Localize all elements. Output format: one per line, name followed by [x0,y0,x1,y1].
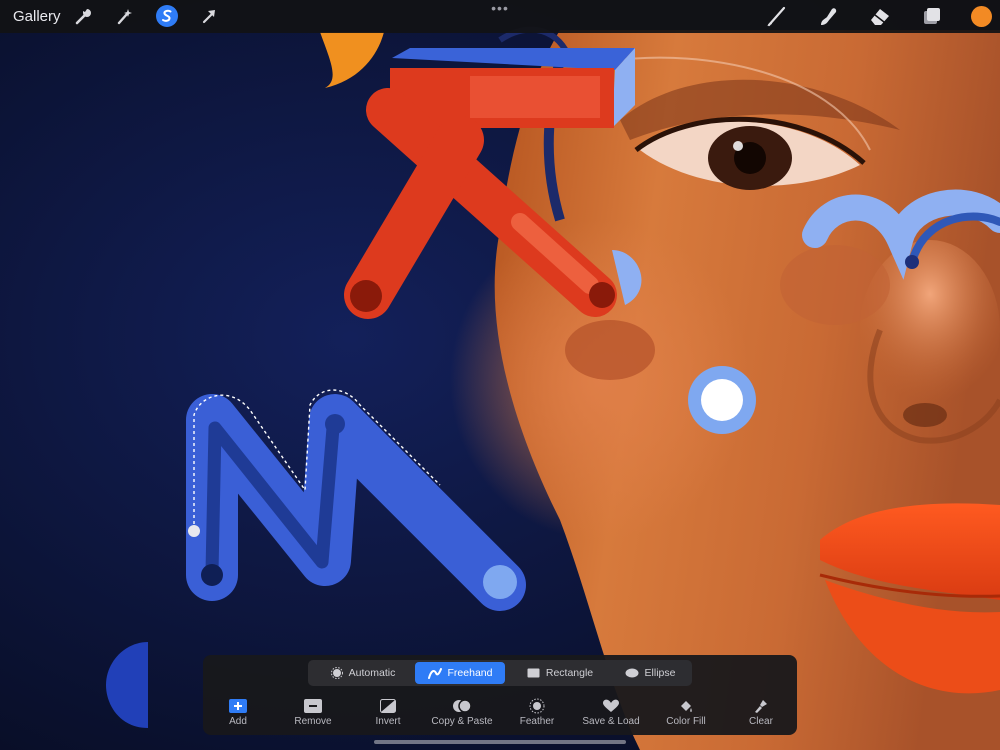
selection-mode-bar: Automatic Freehand Rectangle Ellipse [308,660,692,686]
add-icon [201,697,275,715]
add-button[interactable]: Add [201,697,275,727]
color-fill-icon [649,697,723,715]
save-load-label: Save & Load [582,716,640,727]
clear-label: Clear [749,716,773,727]
transform-arrow-icon[interactable] [196,4,222,28]
feather-icon [500,697,574,715]
smudge-icon[interactable] [816,4,842,28]
mode-freehand-label: Freehand [447,667,493,679]
ellipse-icon [625,668,639,678]
invert-button[interactable]: Invert [351,697,425,727]
mode-automatic[interactable]: Automatic [314,662,412,684]
mode-rectangle[interactable]: Rectangle [512,662,608,684]
mode-automatic-label: Automatic [348,667,396,679]
wrench-icon[interactable] [69,4,95,28]
mode-freehand[interactable]: Freehand [415,662,505,684]
more-options-button[interactable]: ••• [486,0,514,16]
copy-paste-icon [425,697,499,715]
color-fill-label: Color Fill [666,716,706,727]
freehand-icon [427,667,442,679]
save-load-button[interactable]: Save & Load [574,697,648,727]
color-picker-button[interactable] [971,6,992,27]
magic-wand-icon[interactable] [111,4,137,28]
feather-label: Feather [519,716,555,727]
remove-label: Remove [294,716,332,727]
clear-button[interactable]: Clear [724,697,798,727]
selection-panel: Automatic Freehand Rectangle Ellipse Add [203,655,797,735]
copy-paste-label: Copy & Paste [431,716,493,727]
eraser-icon[interactable] [867,4,893,28]
gallery-button[interactable]: Gallery [13,8,61,25]
brush-icon[interactable] [764,4,790,28]
color-fill-button[interactable]: Color Fill [649,697,723,727]
remove-button[interactable]: Remove [276,697,350,727]
layers-icon[interactable] [919,4,945,28]
mode-ellipse[interactable]: Ellipse [612,662,688,684]
home-indicator[interactable] [374,740,626,744]
invert-icon [351,697,425,715]
selection-icon[interactable] [154,4,180,28]
add-label: Add [229,716,247,727]
invert-label: Invert [375,716,401,727]
automatic-icon [330,667,343,679]
remove-icon [276,697,350,715]
feather-button[interactable]: Feather [500,697,574,727]
top-toolbar: Gallery ••• [0,0,1000,33]
clear-icon [724,697,798,715]
canvas-artwork[interactable] [0,0,1000,750]
rectangle-icon [527,668,540,678]
white-dot-shape [701,379,743,421]
copy-paste-button[interactable]: Copy & Paste [425,697,499,727]
mode-ellipse-label: Ellipse [644,667,676,679]
mode-rectangle-label: Rectangle [545,667,594,679]
selection-handle [188,525,200,537]
save-load-icon [574,697,648,715]
